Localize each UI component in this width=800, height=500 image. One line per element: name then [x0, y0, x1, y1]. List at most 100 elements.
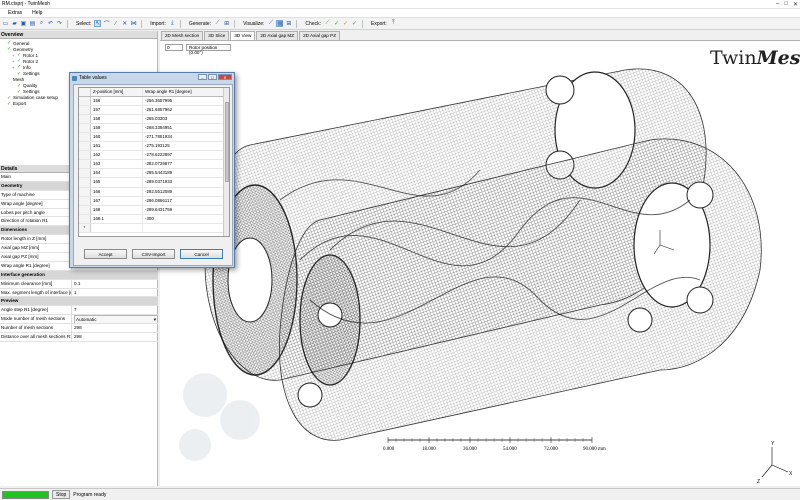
close-icon[interactable]: ✕ — [793, 1, 798, 8]
table-row[interactable]: 159 -268.3384951 — [79, 124, 229, 134]
cancel-button[interactable]: Cancel — [180, 249, 223, 259]
scrollbar-thumb[interactable] — [225, 102, 229, 182]
row-header[interactable] — [79, 124, 91, 133]
export-icon[interactable]: ⤒ — [390, 20, 397, 27]
tab-3d-view[interactable]: 3D View — [230, 31, 256, 40]
wrap-angle-cell[interactable]: -296.0866117 — [143, 197, 229, 205]
mesh-mode-select[interactable]: Automatic ▾ — [74, 315, 158, 324]
check-all-icon[interactable]: ✓ — [351, 20, 358, 27]
wrap-angle-cell[interactable]: -261.6857962 — [143, 106, 229, 114]
row-header[interactable] — [79, 142, 91, 151]
redo-icon[interactable]: ↷ — [56, 20, 63, 27]
wrap-angle-cell[interactable]: -292.5512089 — [143, 188, 229, 196]
curve-icon[interactable]: ⌒ — [103, 20, 110, 28]
row-header[interactable] — [79, 106, 91, 115]
z-position-cell[interactable]: 168.1 — [91, 214, 143, 223]
generate-mesh-icon[interactable]: ⟋ — [214, 20, 221, 27]
row-header[interactable] — [79, 169, 91, 178]
maximize-icon[interactable]: □ — [784, 1, 788, 8]
save-as-icon[interactable]: ▤ — [29, 20, 36, 27]
undo-icon[interactable]: ↶ — [47, 20, 54, 27]
wrap-angle-cell[interactable]: -289.0371933 — [143, 178, 229, 186]
delete-icon[interactable]: ✕ — [121, 20, 128, 27]
row-header[interactable] — [79, 205, 91, 214]
details-value[interactable]: 298 — [72, 324, 158, 332]
details-row[interactable]: Minimum clearance [mm] 0.1 — [0, 279, 158, 289]
z-position-cell[interactable]: 159 — [91, 124, 143, 133]
minimize-icon[interactable]: – — [198, 74, 207, 80]
wrap-angle-cell[interactable]: -300 — [143, 215, 229, 223]
row-header[interactable] — [79, 97, 91, 106]
details-value[interactable]: 1 — [72, 289, 158, 297]
visualize-grid-icon[interactable]: ⊞ — [285, 20, 292, 27]
details-value[interactable]: 0.1 — [72, 280, 158, 288]
z-position-cell[interactable]: 158 — [91, 115, 143, 124]
details-row[interactable]: Number of mesh sections 298 — [0, 324, 158, 334]
new-file-icon[interactable]: ▭ — [2, 20, 9, 27]
z-position-cell[interactable]: 160 — [91, 133, 143, 142]
table-row[interactable]: 157 -261.6857962 — [79, 106, 229, 116]
column-header-z-position[interactable]: Z-position [mm] — [91, 88, 143, 97]
import-icon[interactable]: ⤓ — [169, 20, 176, 27]
visualize-line-icon[interactable]: ⟋ — [267, 20, 274, 27]
row-header[interactable] — [79, 196, 91, 205]
menu-help[interactable]: Help — [32, 10, 42, 16]
accept-button[interactable]: Accept — [84, 249, 127, 259]
table-row[interactable]: 164 -285.5443189 — [79, 169, 229, 179]
table-row[interactable]: 158 -265.03303 — [79, 115, 229, 125]
tab-3d-slice[interactable]: 3D Slice — [204, 31, 230, 40]
details-row[interactable]: Mode number of mesh sections Automatic ▾ — [0, 315, 158, 325]
table-row[interactable]: 156 -256.3657995 — [79, 97, 229, 107]
menu-extras[interactable]: Extras — [8, 10, 22, 16]
generate-grid-icon[interactable]: ⊞ — [223, 20, 230, 27]
row-header[interactable] — [79, 160, 91, 169]
wrap-angle-cell[interactable]: -282.0729877 — [143, 160, 229, 168]
table-values-grid[interactable]: Z-position [mm] Wrap angle R1 [degree] 1… — [78, 87, 230, 237]
z-position-cell[interactable]: 167 — [91, 196, 143, 205]
table-row[interactable]: 165 -289.0371933 — [79, 178, 229, 188]
wrap-angle-cell[interactable]: -275.193125 — [143, 142, 229, 150]
tab-2d-axial-gap-pz[interactable]: 2D Axial gap PZ — [299, 31, 341, 40]
table-row[interactable]: 163 -282.0729877 — [79, 160, 229, 170]
z-position-cell[interactable]: 161 — [91, 142, 143, 151]
z-position-cell[interactable]: 157 — [91, 106, 143, 115]
row-header[interactable] — [79, 115, 91, 124]
column-header-wrap-angle[interactable]: Wrap angle R1 [degree] — [143, 88, 229, 96]
z-position-cell[interactable]: 164 — [91, 169, 143, 178]
new-row[interactable]: * — [79, 223, 229, 233]
check-line-icon[interactable]: ⟋ — [324, 20, 331, 27]
table-row[interactable]: 161 -275.193125 — [79, 142, 229, 152]
row-header[interactable] — [79, 214, 91, 223]
details-value[interactable]: 7 — [72, 306, 158, 314]
details-value[interactable]: Automatic ▾ — [72, 315, 158, 324]
check-warning-icon[interactable]: ✓ — [342, 20, 349, 27]
zoom-icon[interactable]: ⌕ — [38, 20, 45, 27]
table-row[interactable]: 167 -296.0866117 — [79, 196, 229, 206]
check-pass-icon[interactable]: ✓ — [333, 20, 340, 27]
chevron-down-icon[interactable]: ▾ — [154, 316, 156, 323]
tab-2d-mesh-section[interactable]: 2D Mesh section — [161, 31, 204, 40]
details-row[interactable]: Distance over all mesh sections R1 [degr… — [0, 333, 158, 342]
grid-scrollbar[interactable] — [223, 88, 229, 236]
z-position-cell[interactable]: 163 — [91, 160, 143, 169]
open-folder-icon[interactable]: ▰ — [11, 20, 18, 27]
split-icon[interactable]: ⋈ — [130, 20, 137, 27]
pointer-icon[interactable]: ↖ — [94, 20, 102, 27]
z-position-cell[interactable]: 166 — [91, 187, 143, 196]
z-position-cell[interactable]: 156 — [91, 97, 143, 106]
stop-button[interactable]: Stop — [52, 490, 71, 499]
save-icon[interactable]: ▣ — [20, 20, 27, 27]
table-row[interactable]: 160 -271.7851934 — [79, 133, 229, 143]
wrap-angle-cell[interactable]: -285.5443189 — [143, 169, 229, 177]
row-header[interactable] — [79, 133, 91, 142]
details-value[interactable]: 298 — [72, 333, 158, 341]
z-position-cell[interactable]: 168 — [91, 205, 143, 214]
table-row[interactable]: 168.1 -300 — [79, 214, 229, 224]
wrap-angle-cell[interactable]: -268.3384951 — [143, 124, 229, 132]
table-row[interactable]: 166 -292.5512089 — [79, 187, 229, 197]
table-row[interactable]: 168 -299.6431759 — [79, 205, 229, 215]
wrap-angle-cell[interactable]: -271.7851934 — [143, 133, 229, 141]
z-position-cell[interactable]: 162 — [91, 151, 143, 160]
details-row[interactable]: Angle step R1 [degree] 7 — [0, 306, 158, 316]
wrap-angle-cell[interactable]: -256.3657995 — [143, 97, 229, 105]
